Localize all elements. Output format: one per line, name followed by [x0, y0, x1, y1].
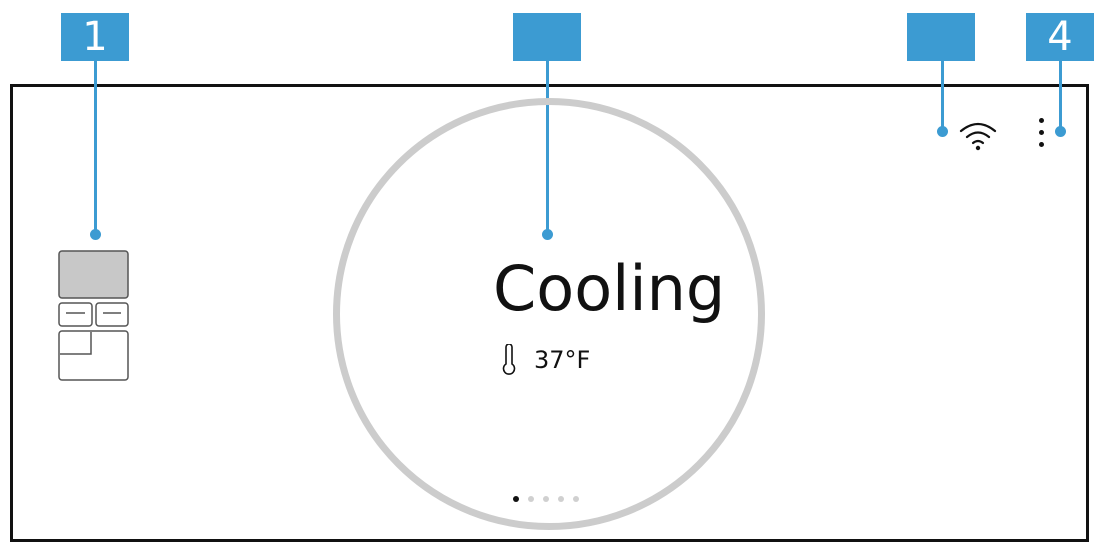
- page-dot-4[interactable]: [558, 496, 564, 502]
- callout-dot-4: [1055, 126, 1066, 137]
- wifi-icon[interactable]: [958, 120, 998, 152]
- thermometer-icon: [502, 344, 516, 375]
- callout-line-1: [94, 61, 97, 233]
- more-vertical-icon[interactable]: [1034, 118, 1048, 150]
- callout-label-3: [907, 13, 975, 61]
- page-indicator: [513, 496, 579, 502]
- callout-label-1: 1: [61, 13, 129, 61]
- page-dot-2[interactable]: [528, 496, 534, 502]
- temperature-row: 37°F: [502, 344, 590, 376]
- callout-dot-3: [937, 126, 948, 137]
- callout-line-3: [941, 61, 944, 130]
- page-dot-5[interactable]: [573, 496, 579, 502]
- callout-line-4: [1059, 61, 1062, 130]
- status-label: Cooling: [493, 252, 726, 325]
- temperature-value: 37°F: [534, 346, 591, 374]
- callout-dot-1: [90, 229, 101, 240]
- callout-label-2: [513, 13, 581, 61]
- page-dot-3[interactable]: [543, 496, 549, 502]
- fridge-compartments-icon[interactable]: [58, 250, 130, 382]
- callout-label-4: 4: [1026, 13, 1094, 61]
- page-dot-1[interactable]: [513, 496, 519, 502]
